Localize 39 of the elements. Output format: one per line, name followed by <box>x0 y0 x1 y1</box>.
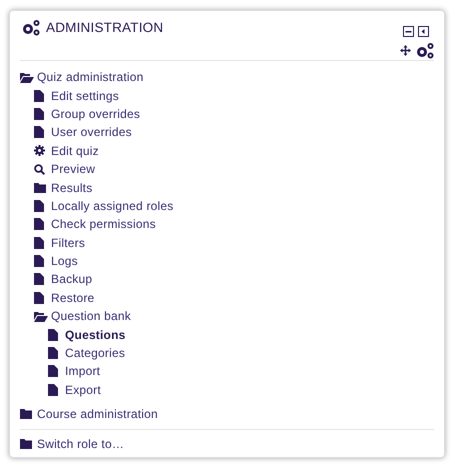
tree-item[interactable]: Restore <box>51 290 94 305</box>
tree-item[interactable]: Results <box>51 180 92 195</box>
file-icon <box>48 328 58 341</box>
tree-item[interactable]: Switch role to… <box>37 436 124 451</box>
tree-item[interactable]: Preview <box>51 162 96 176</box>
tree-item[interactable]: Course administration <box>37 407 158 422</box>
file-icon <box>34 236 44 249</box>
tree-item[interactable]: Categories <box>65 346 126 360</box>
block-title: ADMINISTRATION <box>46 19 164 36</box>
tree-item[interactable]: Check permissions <box>51 217 156 232</box>
tree-item[interactable]: Filters <box>51 236 86 250</box>
tree-item[interactable]: Export <box>65 382 101 397</box>
tree-item[interactable]: Edit settings <box>51 88 119 103</box>
tree-item[interactable]: Logs <box>51 254 78 268</box>
move-icon[interactable] <box>400 45 411 56</box>
minimize-icon[interactable] <box>403 26 414 37</box>
file-icon <box>34 108 44 120</box>
tree-item[interactable]: Edit quiz <box>51 144 99 158</box>
file-icon <box>34 255 44 268</box>
file-icon <box>34 90 44 102</box>
dock-icon[interactable] <box>418 26 429 37</box>
tree-item[interactable]: Quiz administration <box>37 70 144 84</box>
tree-item[interactable]: Group overrides <box>51 106 140 121</box>
file-icon <box>48 347 58 360</box>
file-icon <box>48 365 58 378</box>
tree-item[interactable]: Import <box>65 364 100 378</box>
file-icon <box>48 384 58 396</box>
tree-item[interactable]: Question bank <box>51 309 131 324</box>
tree-item[interactable]: Questions <box>65 328 126 342</box>
file-icon <box>34 126 44 138</box>
file-icon <box>34 292 44 304</box>
tree-item[interactable]: Locally assigned roles <box>51 198 174 213</box>
file-icon <box>34 200 44 212</box>
file-icon <box>34 273 44 286</box>
tree-item[interactable]: Backup <box>51 272 92 286</box>
gear-icon <box>34 145 45 156</box>
file-icon <box>34 218 44 230</box>
search-icon <box>34 164 45 175</box>
tree-item[interactable]: User overrides <box>51 125 132 140</box>
